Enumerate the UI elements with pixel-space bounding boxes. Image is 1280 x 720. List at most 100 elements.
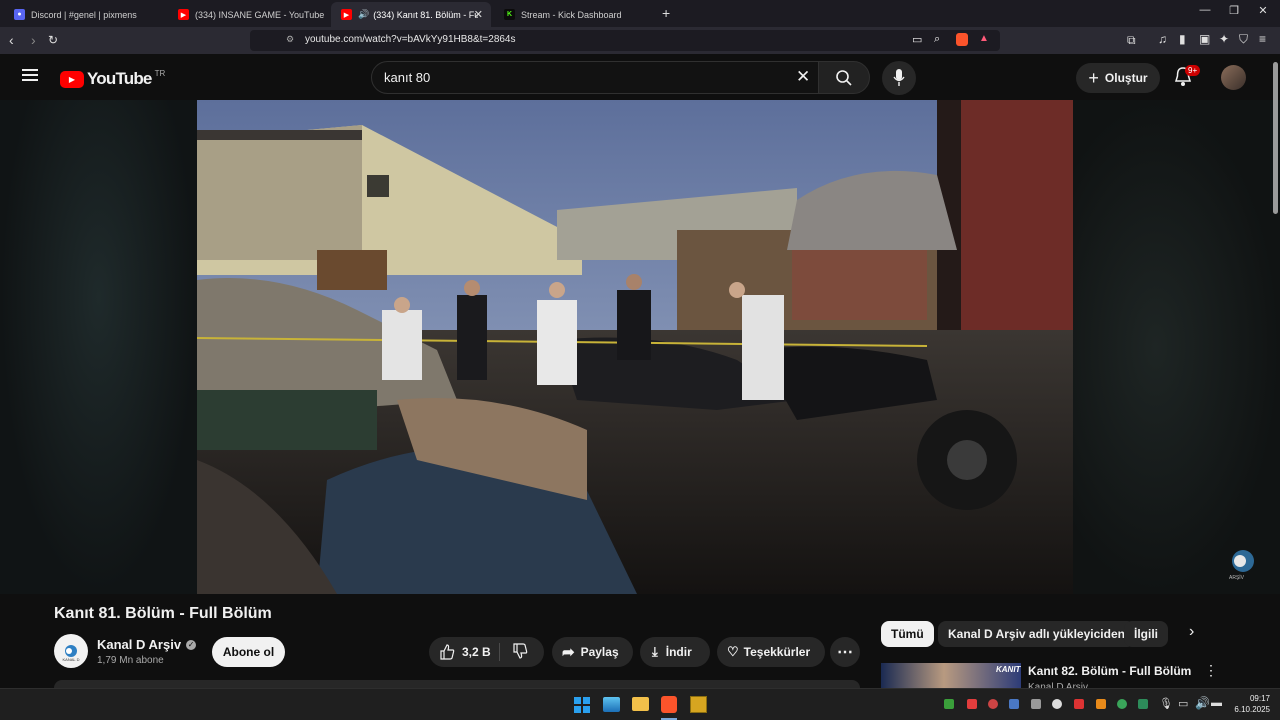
widgets-icon[interactable] (603, 697, 620, 712)
address-bar[interactable]: ⚙ youtube.com/watch?v=bAVkYy91HB8&t=2864… (250, 30, 1000, 51)
screenshot-icon[interactable]: ⧉ (1127, 33, 1136, 48)
minimize-icon[interactable]: — (1190, 4, 1220, 16)
watermark-text: ARŞİV (1229, 575, 1245, 581)
avatar-text: KANAL D (62, 657, 80, 662)
discord-icon: ● (14, 9, 25, 20)
share-button[interactable]: ➦ Paylaş (552, 637, 633, 667)
vpn-shield-icon[interactable]: ⛉ (1239, 32, 1248, 47)
hamburger-menu-icon[interactable] (22, 69, 38, 81)
brave-rewards-icon[interactable]: ▲ (979, 33, 989, 44)
tray-app-icon[interactable] (988, 699, 998, 709)
tray-app-icon[interactable] (1096, 699, 1106, 709)
plus-icon: + (1088, 67, 1099, 88)
voice-search-button[interactable] (882, 61, 916, 95)
thanks-button[interactable]: ♡ Teşekkürler (717, 637, 825, 667)
dislike-button[interactable] (500, 642, 528, 662)
channel-name[interactable]: Kanal D Arşiv (97, 637, 181, 652)
forward-icon[interactable]: › (31, 32, 36, 48)
like-count: 3,2 B (462, 645, 491, 659)
subscribe-button[interactable]: Abone ol (212, 637, 285, 667)
leo-ai-icon[interactable]: ✦ (1219, 32, 1229, 46)
battery-icon[interactable]: ▬ (1211, 697, 1222, 709)
heart-dollar-icon: ♡ (727, 644, 739, 659)
url-text[interactable]: youtube.com/watch?v=bAVkYy91HB8&t=2864s (305, 34, 516, 45)
back-icon[interactable]: ‹ (9, 32, 14, 48)
tab-kick-dashboard[interactable]: K Stream - Kick Dashboard (494, 2, 654, 27)
chips-next-icon[interactable]: › (1189, 623, 1194, 641)
tab-youtube-kanit-81[interactable]: ▶ 🔊 (334) Kanıt 81. Bölüm - Full Bölüm ✕ (331, 2, 491, 27)
microphone-tray-icon[interactable]: 🎙 (1159, 697, 1173, 710)
download-button[interactable]: ⤓ İndir (640, 637, 710, 667)
video-title: Kanıt 81. Bölüm - Full Bölüm (54, 605, 272, 622)
search-input[interactable]: kanıt 80 ✕ (371, 61, 819, 94)
recommended-menu-icon[interactable]: ⋮ (1204, 662, 1218, 679)
tab-title: Stream - Kick Dashboard (521, 9, 622, 20)
chip-from-uploader[interactable]: Kanal D Arşiv adlı yükleyiciden (938, 621, 1135, 647)
chip-related[interactable]: İlgili (1124, 621, 1168, 647)
tab-discord[interactable]: ● Discord | #genel | pixmens (4, 2, 164, 27)
like-dislike-group: 3,2 B (429, 637, 544, 667)
menu-icon[interactable]: ≡ (1259, 32, 1266, 46)
channel-avatar[interactable]: KANAL D (54, 634, 88, 668)
sidebar-icon[interactable]: ▮ (1179, 32, 1186, 46)
tray-app-icon[interactable] (1117, 699, 1127, 709)
tray-app-icon[interactable] (1074, 699, 1084, 709)
tab-youtube-insane-game[interactable]: ▶ (334) INSANE GAME - YouTube (168, 2, 328, 27)
more-actions-button[interactable]: ⋯ (830, 637, 860, 667)
kanal-d-logo-icon (1232, 550, 1254, 572)
reload-icon[interactable]: ↻ (48, 33, 58, 47)
search-icon (836, 70, 852, 86)
tab-title: Discord | #genel | pixmens (31, 9, 137, 20)
page-scrollbar[interactable] (1273, 62, 1278, 214)
tray-app-icon[interactable] (944, 699, 954, 709)
create-label: Oluştur (1104, 71, 1148, 85)
tray-app-icon[interactable] (1138, 699, 1148, 709)
tray-app-icon[interactable] (967, 699, 977, 709)
start-icon[interactable] (574, 697, 590, 713)
media-icon[interactable]: ♫ (1158, 32, 1167, 46)
account-avatar[interactable] (1221, 65, 1246, 90)
channel-name-row: Kanal D Arşiv ✓ (97, 637, 197, 652)
kick-icon: K (504, 9, 515, 20)
volume-icon[interactable]: 🔊 (1195, 696, 1210, 710)
restore-icon[interactable]: ❐ (1219, 4, 1249, 17)
youtube-logo[interactable]: ▶ YouTube TR (60, 69, 165, 89)
close-tab-icon[interactable]: ✕ (474, 8, 483, 21)
clock[interactable]: 09:17 6.10.2025 (1230, 693, 1270, 715)
brave-browser-icon[interactable] (661, 696, 677, 713)
browser-toolbar: ‹ › ↻ ⎕ ⚙ youtube.com/watch?v=bAVkYy91HB… (0, 27, 1280, 54)
steam-icon[interactable] (1009, 699, 1019, 709)
microphone-icon (893, 69, 905, 86)
search-button[interactable] (818, 61, 870, 94)
chip-all[interactable]: Tümü (881, 621, 934, 647)
like-button[interactable]: 3,2 B (429, 643, 500, 661)
tray-app-icon[interactable] (1031, 699, 1041, 709)
recommended-thumbnail[interactable]: KANIT (881, 663, 1021, 688)
tray-app-icon[interactable] (1052, 699, 1062, 709)
notifications-button[interactable]: 9+ (1174, 65, 1201, 92)
new-tab-button[interactable]: + (662, 5, 670, 21)
site-info-icon[interactable]: ⚙ (286, 34, 294, 45)
windows-taskbar: 🎙 ▭ 🔊 ▬ 09:17 6.10.2025 (0, 688, 1280, 720)
wallet-icon[interactable]: ▣ (1199, 32, 1210, 46)
create-button[interactable]: + Oluştur (1076, 63, 1160, 93)
download-icon: ⤓ (652, 644, 658, 659)
cast-icon[interactable]: ▭ (912, 33, 922, 46)
youtube-play-icon: ▶ (60, 70, 84, 88)
download-label: İndir (665, 645, 692, 659)
close-window-icon[interactable]: ✕ (1248, 4, 1278, 17)
thumbs-up-icon (440, 644, 455, 660)
network-icon[interactable]: ▭ (1178, 697, 1188, 710)
recommended-title[interactable]: Kanıt 82. Bölüm - Full Bölüm (1028, 664, 1191, 678)
brave-shields-icon[interactable] (956, 33, 968, 46)
video-player[interactable]: ARŞİV (0, 100, 1280, 594)
kanal-d-logo-icon (65, 645, 77, 657)
file-explorer-icon[interactable] (632, 697, 649, 711)
youtube-header: ▶ YouTube TR kanıt 80 ✕ + Oluştur 9+ (0, 54, 1280, 100)
app-icon[interactable] (690, 696, 707, 713)
search-value[interactable]: kanıt 80 (384, 70, 430, 85)
zoom-icon[interactable]: ⌕ (934, 33, 940, 46)
clock-date: 6.10.2025 (1234, 705, 1270, 714)
clear-search-icon[interactable]: ✕ (796, 67, 810, 87)
video-frame[interactable] (197, 100, 1073, 594)
